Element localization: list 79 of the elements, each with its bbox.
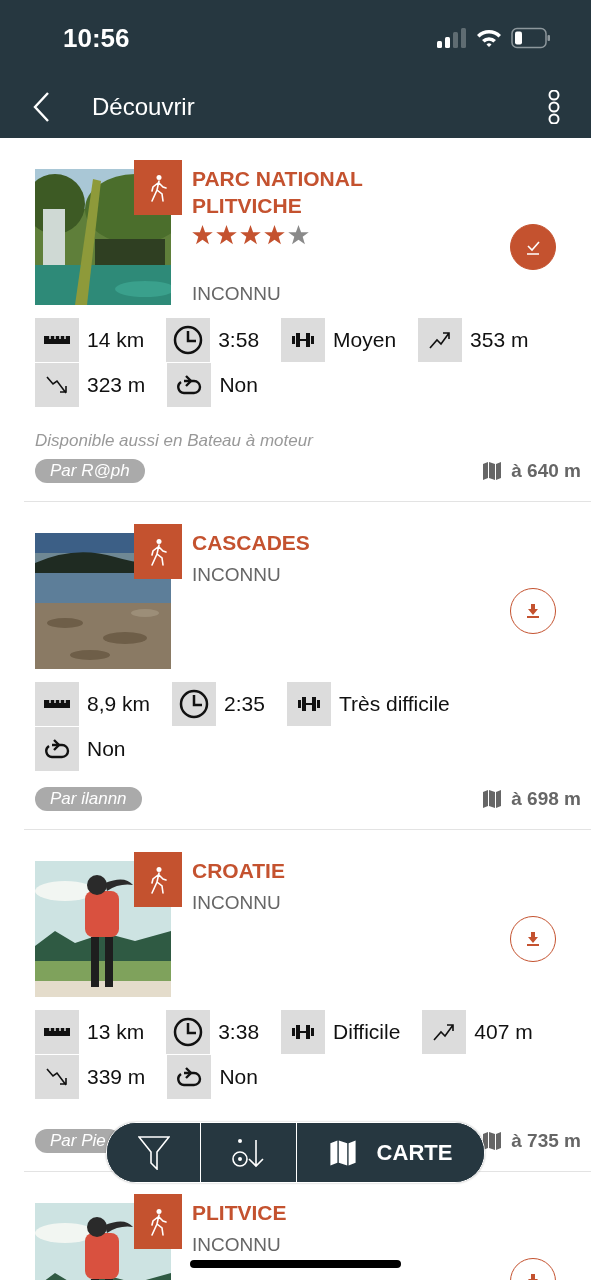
stat-value: 8,9 km [87,692,151,716]
stat-value: Moyen [333,328,397,352]
trail-title[interactable]: PLITVICE [192,1199,287,1226]
ascent-icon [422,1010,467,1054]
stat-value: Non [87,737,126,761]
filter-icon [137,1135,170,1170]
distance-text: à 735 m [511,1130,581,1152]
stat-value: Non [219,1065,258,1089]
trail-title[interactable]: PARC NATIONAL PLITVICHE [192,165,452,219]
descent-icon [35,363,79,407]
stat-value: 323 m [87,373,146,397]
trail-title[interactable]: CROATIE [192,857,285,884]
descent-icon [35,1055,79,1099]
loop-icon [167,1055,212,1099]
stat-value: Difficile [333,1020,401,1044]
loop-icon [35,727,79,771]
duration-icon [172,682,217,726]
distance-icon [35,682,79,726]
trail-status: INCONNU [192,892,282,914]
distance-text: à 698 m [511,788,581,810]
stat-value: 14 km [87,328,145,352]
download-button[interactable] [510,916,556,962]
stat-value: Très difficile [338,692,450,716]
hiker-icon [148,865,168,894]
difficulty-icon [281,1010,326,1054]
filter-button[interactable] [107,1123,201,1182]
star-icon [216,225,237,245]
author-tag[interactable]: Par ilannn [35,787,142,811]
stat-value: 13 km [87,1020,145,1044]
map-button[interactable]: CARTE [297,1123,484,1182]
difficulty-icon [286,682,331,726]
star-icon [240,225,261,245]
trail-status: INCONNU [192,283,282,305]
star-icon [192,225,213,245]
map-icon [482,461,503,481]
author-tag[interactable]: Par R@ph [35,459,145,483]
map-icon [328,1138,357,1167]
hiker-icon [148,173,168,202]
stat-value: 2:35 [224,692,265,716]
page-title: Découvrir [92,93,196,121]
sort-button[interactable] [201,1123,297,1182]
ascent-icon [418,318,463,362]
download-button[interactable] [510,224,556,270]
download-icon [527,604,539,618]
download-button[interactable] [510,588,556,634]
star-icon [264,225,285,245]
hiker-icon [148,1207,168,1236]
stat-value: 339 m [87,1065,146,1089]
back-icon [32,91,50,123]
stat-value: 353 m [470,328,529,352]
distance-text: à 640 m [511,460,581,482]
more-button[interactable] [547,90,561,124]
stat-value: Non [219,373,258,397]
download-icon [527,932,539,946]
star-icon [288,225,309,245]
duration-icon [166,1010,211,1054]
wifi-icon [476,28,502,48]
map-icon [482,1131,503,1151]
map-icon [482,789,503,809]
distance-icon [35,1010,79,1054]
signal-icon [437,28,467,48]
hiker-icon [148,537,168,566]
trail-title[interactable]: CASCADES [192,529,310,556]
back-button[interactable] [32,91,50,123]
downloaded-icon [525,239,541,255]
availability-note: Disponible aussi en Bateau à moteur [35,431,315,451]
loop-icon [167,363,212,407]
battery-icon [511,27,551,49]
trail-status: INCONNU [192,1234,282,1256]
distance-icon [35,318,79,362]
status-time: 10:56 [63,22,130,54]
more-icon [547,90,561,124]
difficulty-icon [281,318,326,362]
stat-value: 407 m [474,1020,533,1044]
sort-icon [230,1136,267,1169]
trail-status: INCONNU [192,564,282,586]
stat-value: 3:38 [218,1020,260,1044]
stat-value: 3:58 [218,328,260,352]
duration-icon [166,318,211,362]
